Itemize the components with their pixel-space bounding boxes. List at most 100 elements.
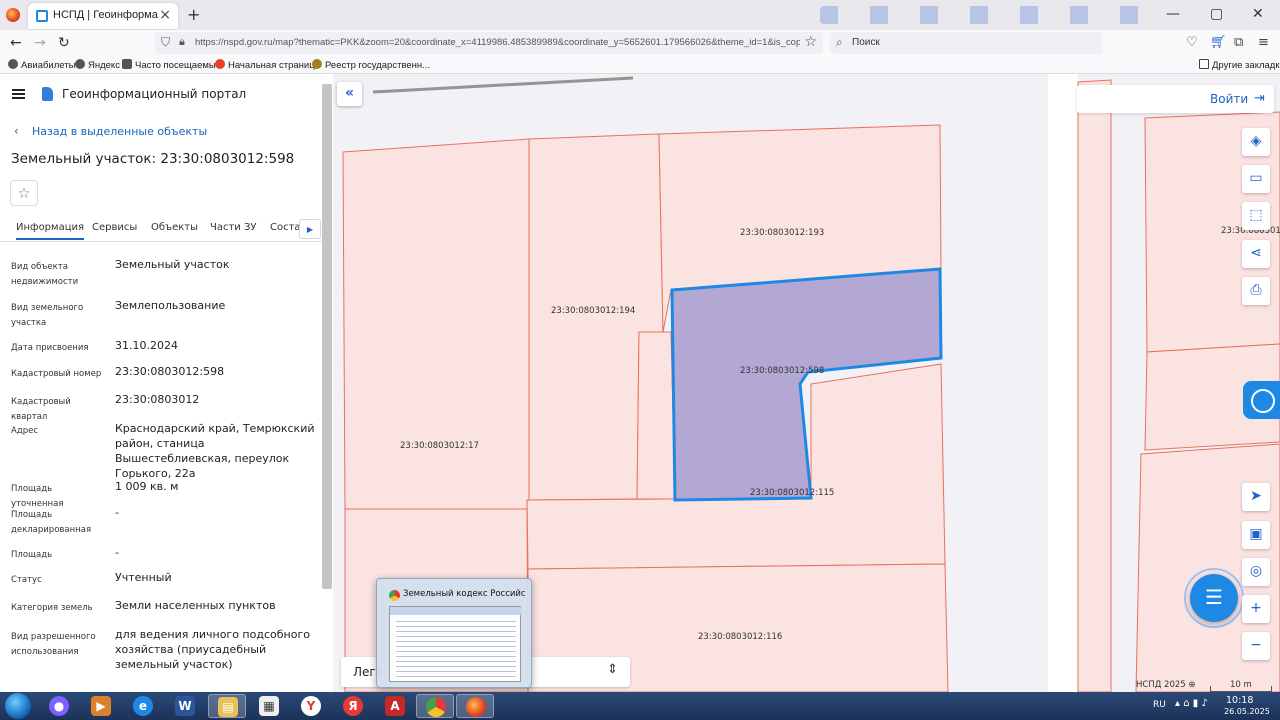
taskbar-app[interactable] [456,694,494,718]
layers-button[interactable]: ◈ [1242,128,1270,156]
browser-navbar: ← → ↻ ⛉ 🔒︎ https://nspd.gov.ru/map?thema… [0,30,1280,56]
info-value: Землепользование [115,299,226,312]
panel-scrollbar[interactable] [322,84,332,589]
taskbar-app[interactable]: ▶ [82,694,120,718]
url-bar[interactable]: ⛉ 🔒︎ https://nspd.gov.ru/map?thematic=PK… [155,32,823,54]
firefox-icon[interactable] [6,8,20,22]
hamburger-menu-icon[interactable] [12,89,25,99]
cart-icon[interactable]: 🛒︎ [1210,35,1227,50]
media-player-icon: ▶ [91,696,111,716]
lock-icon[interactable]: 🔒︎ [179,35,185,49]
maximize-icon[interactable]: ▢ [1210,6,1223,22]
tray-icons[interactable]: ▴ ⌂ ▮ ♪ [1175,698,1208,709]
info-label: Вид объекта недвижимости [11,262,79,287]
extensions-icon[interactable]: ⧉ [1234,35,1243,50]
login-label[interactable]: Войти [1210,92,1248,106]
start-button[interactable] [5,693,31,719]
select-area-button[interactable]: ⬚ [1242,202,1270,230]
menu-icon[interactable]: ≡ [1258,35,1269,50]
ruler-button[interactable]: ▭ [1242,165,1270,193]
parcel-17[interactable] [342,138,530,510]
tab-services[interactable]: Сервисы [92,222,137,233]
taskbar-app[interactable] [416,694,454,718]
window-preview[interactable]: Земельный кодекс Российско... [376,578,532,688]
back-icon[interactable]: ← [10,35,22,51]
panel-tabs: Информация Сервисы Объекты Части ЗУ Сост… [0,218,322,242]
taskbar-app[interactable]: W [166,694,204,718]
pocket-icon[interactable]: ♡ [1186,35,1198,50]
calculator-icon: ▦ [259,696,279,716]
tabs-scroll-right-icon[interactable]: ▶ [299,219,321,239]
search-icon: ⌕ [836,35,843,49]
footer-label: НСПД 2025 ⊕ [1136,680,1196,690]
login-icon[interactable]: ⇥ [1254,91,1265,106]
emblem-icon [312,59,322,69]
browser-tabbar: НСПД | Геоинформационный × + — ▢ ✕ [0,0,1280,30]
bookmark-item[interactable]: Яндекс [75,59,120,71]
explorer-folder-icon: ▤ [218,697,238,717]
info-label: Категория земель [11,603,93,613]
close-window-icon[interactable]: ✕ [1252,6,1264,22]
search-bar[interactable]: ⌕ Поиск [830,32,1102,54]
url-text[interactable]: https://nspd.gov.ru/map?thematic=PKK&zoo… [195,37,800,48]
language-indicator[interactable]: RU [1153,700,1166,710]
info-value: 31.10.2024 [115,339,178,352]
taskbar-app[interactable]: Y [292,694,330,718]
bookmark-item[interactable]: Авиабилеты [8,59,75,71]
taskbar-app[interactable]: e [124,694,162,718]
login-bar[interactable]: Войти ⇥ [1077,85,1274,113]
site-favicon-icon [36,10,48,22]
minimap-button[interactable]: ▣ [1242,521,1270,549]
zoom-out-button[interactable]: − [1242,632,1270,660]
collapse-panel-button[interactable]: « [337,82,362,106]
browser-tab[interactable]: НСПД | Геоинформационный × [28,3,178,29]
tab-objects[interactable]: Объекты [151,222,198,233]
taskbar-app[interactable]: ● [40,694,78,718]
bookmark-star-icon[interactable]: ☆ [804,34,817,50]
parcel-strip[interactable] [636,331,676,500]
back-to-selected-link[interactable]: Назад в выделенные объекты [32,125,207,138]
zoom-in-button[interactable]: + [1242,595,1270,623]
globe-icon [8,59,18,69]
forward-icon[interactable]: → [34,35,46,51]
clock-time[interactable]: 10:18 [1226,695,1253,706]
chat-button[interactable]: ☰ [1190,574,1238,622]
clock-date[interactable]: 26.05.2025 [1224,707,1270,716]
new-tab-icon[interactable]: + [187,5,200,24]
tab-parts[interactable]: Части ЗУ [210,222,257,233]
taskbar-app[interactable]: Я [334,694,372,718]
feedback-button[interactable] [1243,381,1280,419]
info-label: Вид земельного участка [11,303,84,328]
info-value: 23:30:0803012 [115,393,200,406]
tab-information[interactable]: Информация [16,222,85,240]
share-button[interactable]: ⋖ [1242,240,1270,268]
print-button[interactable]: ⎙ [1242,277,1270,305]
acrobat-icon: A [385,696,405,716]
shield-icon[interactable]: ⛉ [161,35,170,50]
parcel-label-193: 23:30:0803012:193 [740,228,824,238]
geolocation-button[interactable]: ➤ [1242,483,1270,511]
info-label: Адрес [11,426,38,436]
info-label: Площадь декларированная [11,510,92,535]
tab-title: НСПД | Геоинформационный [53,9,158,21]
info-label: Дата присвоения [11,343,89,353]
tab-close-icon[interactable]: × [159,7,171,23]
minimize-icon[interactable]: — [1166,6,1180,22]
reload-icon[interactable]: ↻ [58,35,70,51]
parcel-label-115: 23:30:0803012:115 [750,488,834,498]
taskbar-app[interactable]: A [376,694,414,718]
favorite-star-button[interactable]: ☆ [10,180,38,206]
parcel-right-strip[interactable] [1077,79,1112,692]
location-pin-button[interactable]: ◎ [1242,558,1270,586]
taskbar-app[interactable]: ▦ [250,694,288,718]
scale-bar: НСПД 2025 ⊕ 10 m [1130,680,1280,692]
preview-thumbnail[interactable] [389,606,522,682]
taskbar-app[interactable]: ▤ [208,694,246,718]
bookmark-item[interactable]: Часто посещаемые [122,59,221,71]
word-icon: W [175,696,195,716]
bookmark-item[interactable]: Реестр государственн... [312,59,430,71]
bookmark-item[interactable]: Начальная страница [215,59,320,71]
chevron-left-icon[interactable]: ‹ [14,124,19,138]
other-bookmarks[interactable]: Другие закладки [1199,59,1280,71]
tabbar-background-pattern [820,6,1160,24]
